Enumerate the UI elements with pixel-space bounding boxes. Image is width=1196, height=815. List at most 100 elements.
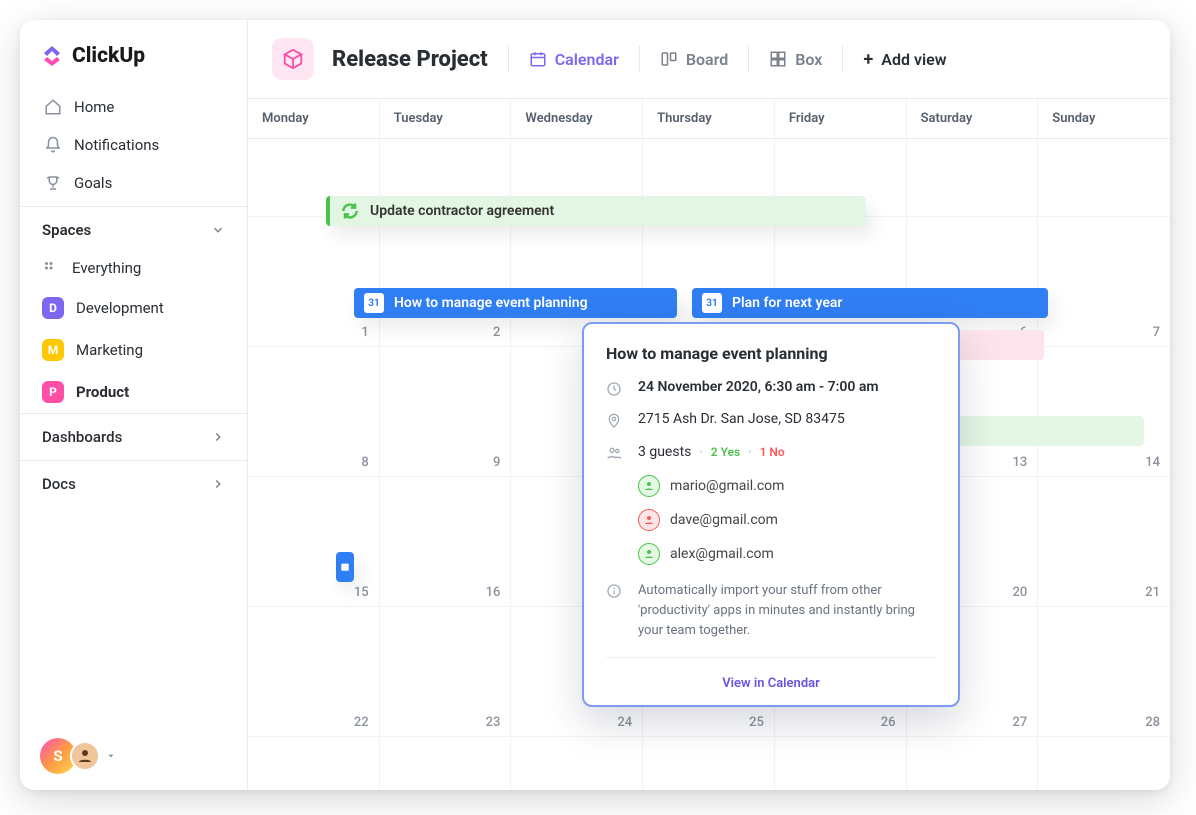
day-number: 1 — [361, 325, 368, 340]
event-contractor[interactable]: Update contractor agreement — [326, 196, 866, 226]
calendar-cell[interactable]: 2 — [775, 737, 907, 790]
calendar-cell[interactable] — [907, 139, 1039, 217]
day-number: 2 — [493, 325, 500, 340]
rsvp-no: 1 No — [760, 445, 785, 459]
main-area: Release Project Calendar Board Box + Add… — [248, 20, 1170, 790]
view-in-calendar-link[interactable]: View in Calendar — [722, 676, 820, 691]
popover-datetime-row: 24 November 2020, 6:30 am - 7:00 am — [606, 379, 936, 397]
day-number: 16 — [486, 585, 501, 600]
guest-email: dave@gmail.com — [670, 512, 778, 528]
calendar-cell[interactable]: 3 — [907, 737, 1039, 790]
event-plan[interactable]: 31 Plan for next year — [692, 288, 1048, 318]
day-number: 28 — [1145, 715, 1160, 730]
space-development[interactable]: D Development — [20, 287, 247, 329]
grid-dots-icon — [42, 259, 60, 277]
person-icon — [76, 747, 94, 765]
event-label: Update contractor agreement — [370, 203, 554, 219]
view-label: Board — [686, 50, 728, 69]
day-number: 21 — [1145, 585, 1160, 600]
spaces-label: Spaces — [42, 221, 91, 239]
popover-footer: View in Calendar — [606, 657, 936, 705]
day-header: Monday — [248, 99, 380, 138]
avatar — [70, 741, 100, 771]
view-box[interactable]: Box — [769, 50, 822, 69]
calendar-cell[interactable]: 2 — [380, 217, 512, 347]
calendar-cell[interactable]: 22 — [248, 607, 380, 737]
event-manage[interactable]: 31 How to manage event planning — [354, 288, 677, 318]
collapse-label: Docs — [42, 475, 76, 493]
space-badge: D — [42, 297, 64, 319]
project-icon[interactable] — [272, 38, 314, 80]
guest-avatar — [638, 543, 660, 565]
space-label: Development — [76, 299, 164, 317]
guest-avatar — [638, 509, 660, 531]
calendar-badge-icon — [340, 560, 350, 574]
guest-email: alex@gmail.com — [670, 546, 774, 562]
space-label: Everything — [72, 259, 141, 277]
calendar-cell[interactable]: 4 — [1038, 737, 1170, 790]
day-number: 20 — [1013, 585, 1028, 600]
space-marketing[interactable]: M Marketing — [20, 329, 247, 371]
calendar-cell[interactable]: 31 — [511, 737, 643, 790]
project-title: Release Project — [332, 47, 488, 72]
guest-avatar — [638, 475, 660, 497]
day-number: 7 — [1153, 325, 1160, 340]
day-number: 27 — [1013, 715, 1028, 730]
view-board[interactable]: Board — [660, 50, 728, 69]
event-label: Plan for next year — [732, 295, 842, 311]
brand-text: ClickUp — [72, 44, 145, 68]
person-icon — [643, 548, 655, 560]
calendar-cell[interactable]: 14 — [1038, 347, 1170, 477]
calendar-cell[interactable]: 8 — [248, 347, 380, 477]
calendar-badge-icon: 31 — [364, 293, 384, 313]
nav-primary: Home Notifications Goals — [20, 84, 247, 206]
calendar-cell[interactable]: 1 — [643, 737, 775, 790]
event-popover: How to manage event planning 24 November… — [582, 322, 960, 707]
view-label: Box — [795, 50, 822, 69]
rsvp-yes: 2 Yes — [711, 445, 740, 459]
add-view-button[interactable]: + Add view — [863, 49, 946, 70]
nav-docs[interactable]: Docs — [20, 460, 247, 507]
day-number: 26 — [881, 715, 896, 730]
guest-row: alex@gmail.com — [606, 537, 936, 571]
day-number: 13 — [1013, 455, 1028, 470]
space-badge: M — [42, 339, 64, 361]
view-calendar[interactable]: Calendar — [529, 50, 619, 69]
nav-dashboards[interactable]: Dashboards — [20, 413, 247, 460]
calendar-cell[interactable]: 30 — [380, 737, 512, 790]
calendar-cell[interactable]: 9 — [380, 347, 512, 477]
chevron-right-icon — [211, 477, 225, 491]
guest-row: mario@gmail.com — [606, 469, 936, 503]
trophy-icon — [44, 174, 62, 192]
day-header: Saturday — [907, 99, 1039, 138]
nav-label: Home — [74, 98, 114, 116]
calendar-week: 2930311234 — [248, 737, 1170, 790]
clickup-logo-icon — [40, 44, 64, 68]
calendar-cell[interactable]: 7 — [1038, 217, 1170, 347]
spaces-header[interactable]: Spaces — [20, 206, 247, 249]
day-number: 25 — [749, 715, 764, 730]
space-everything[interactable]: Everything — [20, 249, 247, 287]
nav-notifications[interactable]: Notifications — [32, 126, 235, 164]
calendar-cell[interactable]: 16 — [380, 477, 512, 607]
brand-logo[interactable]: ClickUp — [20, 20, 247, 84]
calendar-cell[interactable] — [1038, 139, 1170, 217]
calendar-cell[interactable]: 23 — [380, 607, 512, 737]
event-stub[interactable] — [336, 552, 354, 582]
space-product[interactable]: P Product — [20, 371, 247, 413]
calendar-cell[interactable]: 21 — [1038, 477, 1170, 607]
caret-down-icon — [106, 751, 116, 761]
calendar-cell[interactable]: 1 — [248, 217, 380, 347]
calendar-cell[interactable]: 15 — [248, 477, 380, 607]
calendar-cell[interactable]: 29 — [248, 737, 380, 790]
divider — [842, 46, 843, 72]
nav-label: Notifications — [74, 136, 159, 154]
user-switcher[interactable]: S — [40, 738, 116, 774]
day-number: 23 — [486, 715, 501, 730]
day-number: 24 — [617, 715, 632, 730]
nav-goals[interactable]: Goals — [32, 164, 235, 202]
location-icon — [606, 413, 622, 429]
sidebar: ClickUp Home Notifications Goals Spaces … — [20, 20, 248, 790]
nav-home[interactable]: Home — [32, 88, 235, 126]
calendar-cell[interactable]: 28 — [1038, 607, 1170, 737]
